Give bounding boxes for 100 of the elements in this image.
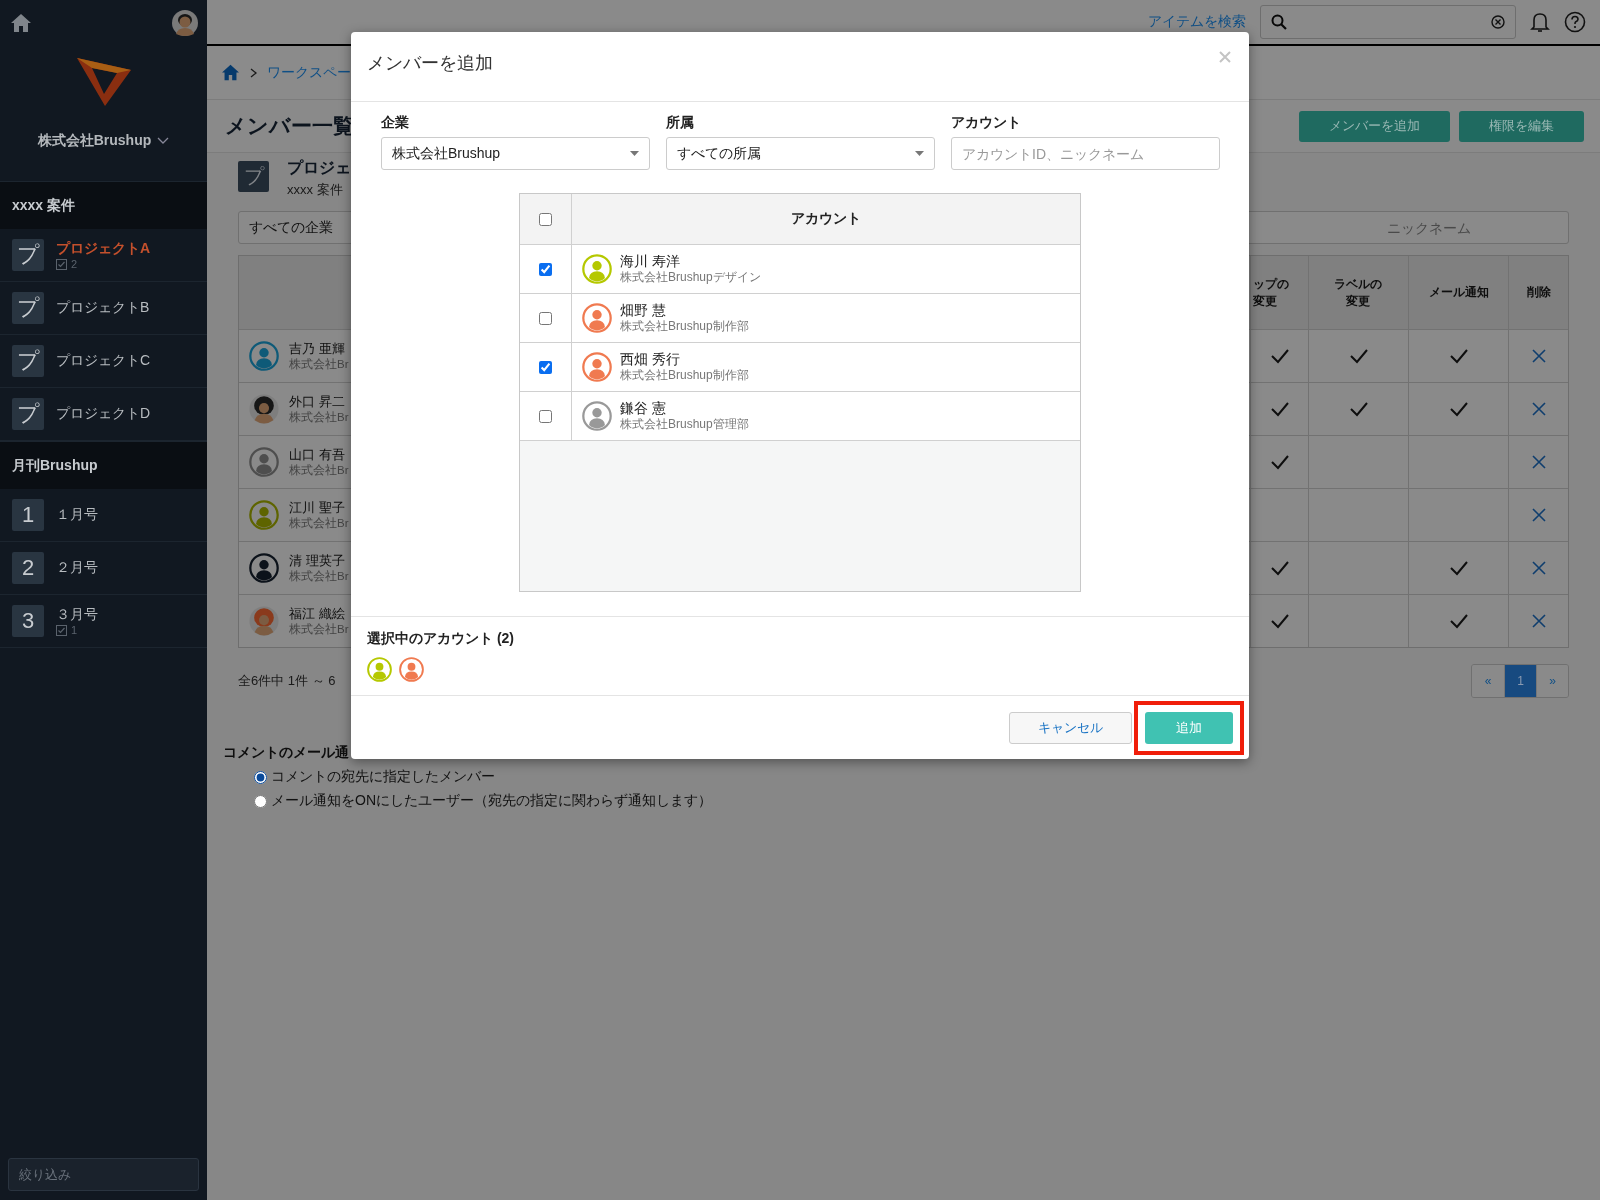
account-name: 海川 寿洋: [620, 252, 681, 271]
project-icon: プ: [12, 398, 44, 430]
chevron-down-icon[interactable]: [157, 137, 170, 145]
member-name: 福江 織絵: [289, 605, 346, 622]
project-icon: 2: [12, 552, 44, 584]
chevron-right-icon: [250, 67, 257, 78]
company-name[interactable]: 株式会社Brushup: [37, 132, 152, 150]
dropdown[interactable]: すべての所属: [666, 137, 935, 170]
check-icon: [1348, 348, 1369, 364]
dropdown[interactable]: 株式会社Brushup: [381, 137, 650, 170]
task-count: 2: [71, 258, 78, 270]
action-button[interactable]: 権限を編集: [1459, 110, 1584, 142]
search-field[interactable]: [1260, 5, 1516, 39]
column-header: ラベルの変更: [1308, 256, 1408, 329]
project-icon: 1: [12, 499, 44, 531]
project-icon: 3: [12, 605, 44, 637]
row-checkbox[interactable]: [539, 360, 552, 374]
selected-title: 選択中のアカウント (2): [367, 630, 515, 648]
check-icon: [1448, 401, 1469, 417]
delete-icon[interactable]: [1531, 455, 1546, 469]
member-company: 株式会社Br: [289, 621, 349, 637]
project-icon: プ: [12, 345, 44, 377]
check-icon: [1269, 401, 1290, 417]
field-label: 企業: [381, 114, 410, 132]
column-header: メール通知: [1408, 256, 1508, 329]
home-icon[interactable]: [10, 13, 32, 33]
delete-icon[interactable]: [1531, 349, 1546, 363]
member-name: 山口 有吾: [289, 446, 346, 463]
group-title: 月刊Brushup: [12, 456, 98, 475]
filter-field[interactable]: 絞り込み: [8, 1158, 199, 1191]
account-name: 鎌谷 憲: [620, 399, 667, 418]
row-checkbox[interactable]: [539, 311, 552, 325]
search-icon: [1271, 14, 1287, 30]
sidebar-item[interactable]: プロジェクトD: [56, 405, 151, 423]
bell-icon[interactable]: [1530, 11, 1550, 33]
cancel-button[interactable]: キャンセル: [1009, 711, 1132, 744]
check-icon: [1269, 348, 1290, 364]
account-name: 畑野 慧: [620, 301, 667, 320]
member-company: 株式会社Br: [289, 356, 349, 372]
column-header: ップの変更: [1250, 256, 1308, 329]
member-company: 株式会社Br: [289, 462, 349, 478]
check-icon: [1448, 560, 1469, 576]
account-department: 株式会社Brushup制作部: [620, 368, 749, 384]
member-company: 株式会社Br: [289, 568, 349, 584]
member-name: 清 理英子: [289, 552, 346, 569]
radio-label: コメントの宛先に指定したメンバー: [271, 768, 495, 786]
check-icon: [1448, 348, 1469, 364]
sidebar-item[interactable]: プロジェクトC: [56, 352, 151, 370]
help-icon[interactable]: [1564, 11, 1586, 33]
member-name: 外口 昇二: [289, 393, 346, 410]
caret-icon: [630, 151, 639, 156]
account-department: 株式会社Brushup管理部: [620, 417, 749, 433]
caret-icon: [915, 151, 924, 156]
field-label: アカウント: [951, 114, 1022, 132]
home-icon[interactable]: [221, 64, 240, 81]
page-button[interactable]: 1: [1504, 665, 1536, 697]
sidebar-item[interactable]: ２月号: [56, 559, 98, 577]
group-title: xxxx 案件: [12, 196, 76, 215]
row-checkbox[interactable]: [539, 409, 552, 423]
column-header: アカウント: [571, 194, 1080, 244]
member-name: 吉乃 亜輝: [289, 340, 346, 357]
page-title: メンバー一覧: [225, 113, 354, 139]
check-icon: [1269, 454, 1290, 470]
delete-icon[interactable]: [1531, 508, 1546, 522]
sidebar-item[interactable]: １月号: [56, 506, 98, 524]
project-group: xxxx 案件: [287, 181, 351, 199]
radio-button[interactable]: [254, 770, 267, 784]
check-icon: [1448, 613, 1469, 629]
check-icon: [1269, 560, 1290, 576]
task-icon: [56, 624, 67, 636]
project-icon: プ: [12, 239, 44, 271]
task-count: 1: [71, 624, 78, 636]
sidebar-item[interactable]: プロジェクトA: [56, 240, 151, 258]
project-icon: プ: [12, 292, 44, 324]
member-name: 江川 聖子: [289, 499, 346, 516]
delete-icon[interactable]: [1531, 561, 1546, 575]
delete-icon[interactable]: [1531, 614, 1546, 628]
sidebar-item[interactable]: プロジェクトB: [56, 299, 150, 317]
clear-icon[interactable]: [1491, 15, 1505, 29]
project-icon: プ: [238, 161, 269, 192]
check-icon: [1348, 401, 1369, 417]
select-all-checkbox[interactable]: [539, 212, 552, 226]
project-name: プロジェ: [287, 158, 351, 178]
radio-label: メール通知をONにしたユーザー（宛先の指定に関わらず通知します）: [271, 792, 712, 810]
account-name: 西畑 秀行: [620, 350, 681, 369]
action-button[interactable]: メンバーを追加: [1299, 110, 1450, 142]
account-department: 株式会社Brushup制作部: [620, 319, 749, 335]
field-label: 所属: [666, 114, 695, 132]
member-company: 株式会社Br: [289, 515, 349, 531]
delete-icon[interactable]: [1531, 402, 1546, 416]
user-avatar[interactable]: [172, 10, 198, 36]
task-icon: [56, 258, 67, 270]
member-company: 株式会社Br: [289, 409, 349, 425]
radio-button[interactable]: [254, 794, 267, 808]
column-header: 削除: [1508, 256, 1568, 329]
section-title: コメントのメール通: [223, 744, 350, 762]
row-checkbox[interactable]: [539, 262, 552, 276]
account-department: 株式会社Brushupデザイン: [620, 270, 761, 286]
input-field[interactable]: アカウントID、ニックネーム: [951, 137, 1220, 170]
sidebar-item[interactable]: ３月号: [56, 606, 98, 624]
